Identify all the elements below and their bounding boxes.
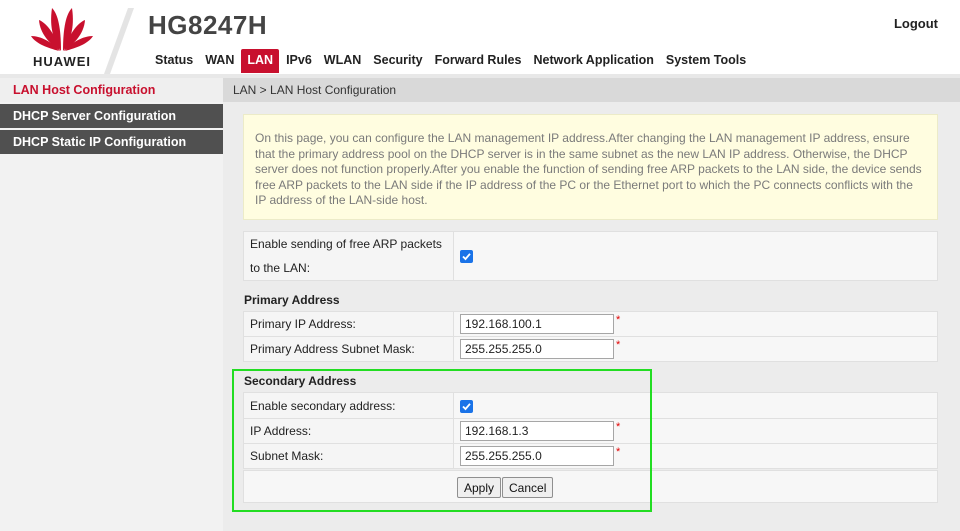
sidebar-item-dhcp-static-ip-configuration[interactable]: DHCP Static IP Configuration <box>0 130 223 154</box>
secondary-ip-cell: * <box>453 418 938 444</box>
secondary-mask-label: Subnet Mask: <box>243 443 454 469</box>
sidebar-item-dhcp-server-configuration[interactable]: DHCP Server Configuration <box>0 104 223 128</box>
cancel-button[interactable]: Cancel <box>502 477 554 498</box>
primary-ip-cell: * <box>453 311 938 337</box>
logout-link[interactable]: Logout <box>894 16 938 31</box>
main-nav: Status WAN LAN IPv6 WLAN Security Forwar… <box>150 47 753 73</box>
free-arp-value-cell <box>453 231 938 281</box>
primary-ip-row: Primary IP Address: * <box>243 311 938 337</box>
huawei-flower-icon <box>31 8 93 51</box>
primary-mask-input[interactable] <box>460 339 614 359</box>
primary-mask-cell: * <box>453 336 938 362</box>
secondary-enable-row: Enable secondary address: <box>243 392 938 419</box>
nav-tab-system-tools[interactable]: System Tools <box>661 53 751 73</box>
check-icon <box>462 402 471 410</box>
required-mark: * <box>616 339 621 351</box>
secondary-address-table: Enable secondary address: IP Address: * … <box>243 392 938 469</box>
huawei-logo: HUAWEI <box>22 6 102 70</box>
secondary-ip-input[interactable] <box>460 421 614 441</box>
nav-tab-lan[interactable]: LAN <box>241 49 280 73</box>
secondary-address-title: Secondary Address <box>244 374 357 388</box>
primary-mask-label: Primary Address Subnet Mask: <box>243 336 454 362</box>
sidebar: LAN Host Configuration DHCP Server Confi… <box>0 78 223 531</box>
nav-tab-security[interactable]: Security <box>368 53 427 73</box>
brand-name: HUAWEI <box>33 54 91 69</box>
button-row: Apply Cancel <box>243 470 938 503</box>
check-icon <box>462 253 471 261</box>
required-mark: * <box>616 314 621 326</box>
primary-ip-input[interactable] <box>460 314 614 334</box>
info-box: On this page, you can configure the LAN … <box>243 114 938 220</box>
free-arp-checkbox[interactable] <box>460 250 473 264</box>
secondary-mask-input[interactable] <box>460 446 614 466</box>
nav-tab-forward-rules[interactable]: Forward Rules <box>430 53 527 73</box>
nav-tab-status[interactable]: Status <box>150 53 198 73</box>
secondary-mask-cell: * <box>453 443 938 469</box>
header: HUAWEI HG8247H Logout Status WAN LAN IPv… <box>0 0 960 74</box>
secondary-mask-row: Subnet Mask: * <box>243 443 938 469</box>
primary-ip-label: Primary IP Address: <box>243 311 454 337</box>
secondary-enable-cell <box>453 392 938 419</box>
nav-tab-wan[interactable]: WAN <box>200 53 239 73</box>
primary-address-title: Primary Address <box>244 293 340 307</box>
required-mark: * <box>616 446 621 458</box>
required-mark: * <box>616 421 621 433</box>
secondary-ip-row: IP Address: * <box>243 418 938 444</box>
free-arp-label-line2: to the LAN: <box>250 261 311 275</box>
apply-button[interactable]: Apply <box>457 477 502 498</box>
device-model-title: HG8247H <box>148 10 268 40</box>
sidebar-item-lan-host-configuration[interactable]: LAN Host Configuration <box>0 78 223 102</box>
nav-tab-network-application[interactable]: Network Application <box>528 53 658 73</box>
primary-mask-row: Primary Address Subnet Mask: * <box>243 336 938 362</box>
secondary-ip-label: IP Address: <box>243 418 454 444</box>
nav-tab-wlan[interactable]: WLAN <box>319 53 367 73</box>
free-arp-label-line1: Enable sending of free ARP packets <box>250 237 442 251</box>
free-arp-label: Enable sending of free ARP packets to th… <box>243 231 454 281</box>
secondary-enable-label: Enable secondary address: <box>243 392 454 419</box>
free-arp-table: Enable sending of free ARP packets to th… <box>243 231 938 281</box>
header-divider <box>104 8 134 74</box>
primary-address-table: Primary IP Address: * Primary Address Su… <box>243 311 938 362</box>
secondary-enable-checkbox[interactable] <box>460 399 473 413</box>
breadcrumb: LAN > LAN Host Configuration <box>223 78 960 102</box>
free-arp-row: Enable sending of free ARP packets to th… <box>243 231 938 281</box>
content-panel: LAN > LAN Host Configuration On this pag… <box>223 78 960 531</box>
nav-tab-ipv6[interactable]: IPv6 <box>281 53 317 73</box>
